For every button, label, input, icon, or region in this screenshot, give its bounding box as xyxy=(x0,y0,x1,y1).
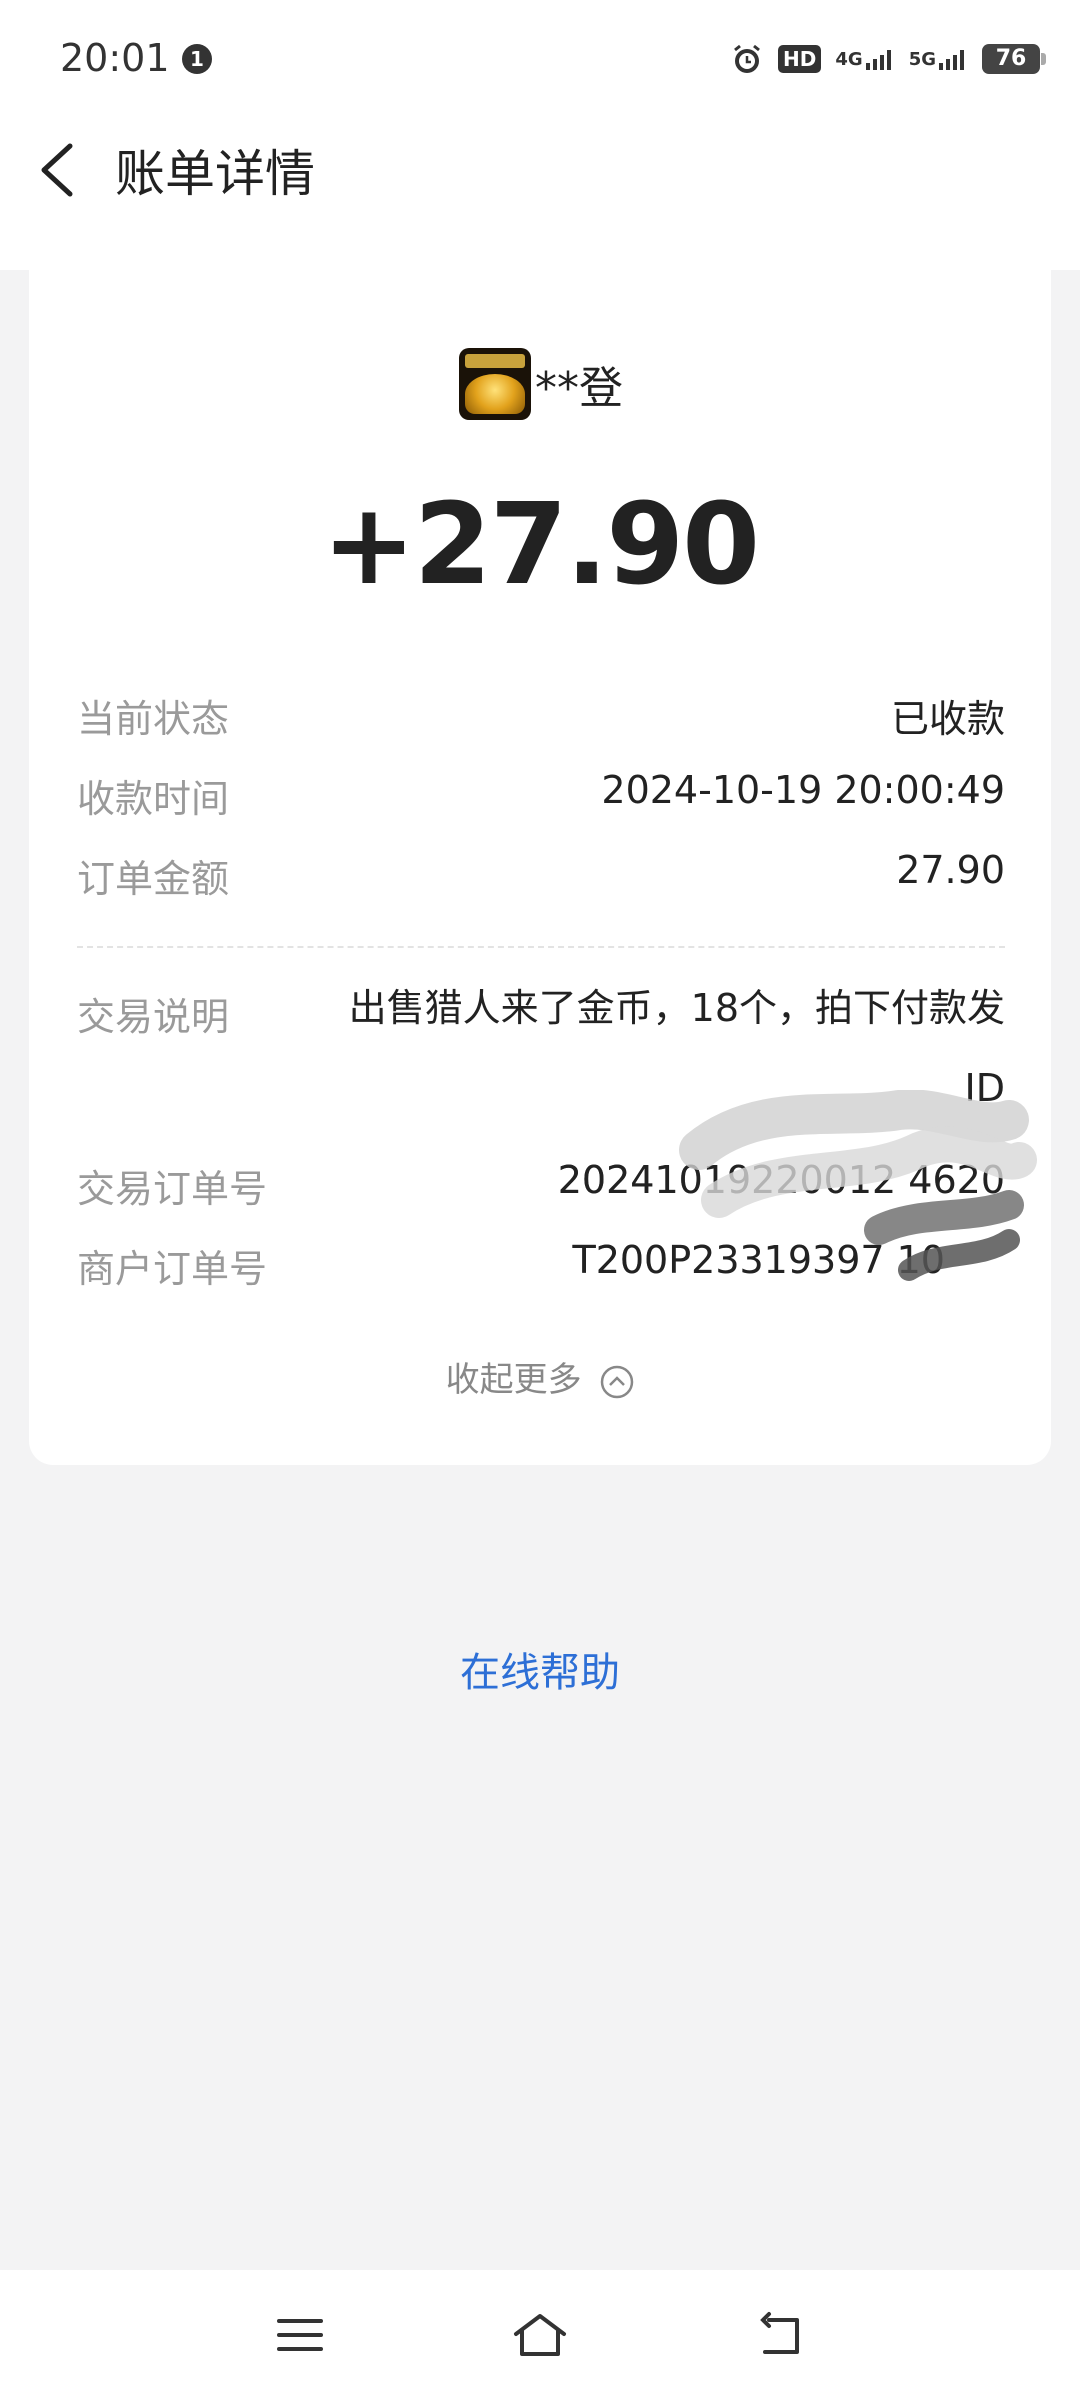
order-amount-label: 订单金额 xyxy=(77,857,230,901)
battery-icon: 76 xyxy=(982,44,1046,74)
description-row: 交易说明 出售猎人来了金币，18个，拍下付款发ID xyxy=(77,968,1005,1138)
signal-5g-icon: 5G xyxy=(909,42,968,76)
order-amount-value: 27.90 xyxy=(896,848,1005,892)
status-row: 当前状态 已收款 xyxy=(77,688,1005,748)
bill-detail-card: **登 +27.90 当前状态 已收款 收款时间 2024-10-19 20:0… xyxy=(29,270,1051,1465)
section-divider xyxy=(77,946,1005,948)
status-label: 当前状态 xyxy=(77,697,230,741)
back-arrow-icon[interactable] xyxy=(34,130,84,210)
menu-icon[interactable] xyxy=(260,2300,340,2370)
signal-4g-icon: 4G xyxy=(835,42,894,76)
description-label: 交易说明 xyxy=(77,995,230,1039)
status-value: 已收款 xyxy=(890,697,1005,741)
merchant-name: **登 xyxy=(535,363,623,414)
trade-no-value: 20241019220012 4620 xyxy=(557,1158,1005,1202)
merchant-avatar xyxy=(459,348,531,420)
page-title: 账单详情 xyxy=(115,145,315,203)
notification-badge: 1 xyxy=(182,44,212,74)
description-value: 出售猎人来了金币，18个，拍下付款发ID xyxy=(348,986,1005,1110)
time-value: 2024-10-19 20:00:49 xyxy=(601,768,1005,812)
trade-no-row: 交易订单号 20241019220012 4620 xyxy=(77,1158,1005,1218)
transaction-amount: +27.90 xyxy=(321,480,760,610)
status-time: 20:01 xyxy=(60,36,170,80)
system-nav-bar xyxy=(0,2270,1080,2400)
online-help-link[interactable]: 在线帮助 xyxy=(0,1640,1080,1698)
collapse-more-label: 收起更多 xyxy=(445,1360,582,1400)
time-label: 收款时间 xyxy=(77,777,230,821)
back-nav-icon[interactable] xyxy=(740,2300,820,2370)
collapse-more-button[interactable]: 收起更多 xyxy=(29,1352,1051,1401)
status-icons: HD 4G 5G 76 xyxy=(730,42,1046,76)
order-amount-row: 订单金额 27.90 xyxy=(77,848,1005,908)
merchant-no-value: T200P23319397 10 xyxy=(572,1238,945,1282)
merchant-no-label: 商户订单号 xyxy=(77,1247,268,1291)
home-icon[interactable] xyxy=(500,2300,580,2370)
hd-icon: HD xyxy=(778,42,822,76)
page-background xyxy=(0,1775,1080,2270)
alarm-icon xyxy=(730,42,764,76)
time-row: 收款时间 2024-10-19 20:00:49 xyxy=(77,768,1005,828)
merchant-no-row: 商户订单号 T200P23319397 10 xyxy=(77,1238,1005,1298)
trade-no-label: 交易订单号 xyxy=(77,1167,268,1211)
status-bar: 20:01 1 HD 4G 5G 76 xyxy=(0,0,1080,120)
merchant-info: **登 xyxy=(459,348,623,420)
chevron-up-icon xyxy=(600,1365,634,1399)
